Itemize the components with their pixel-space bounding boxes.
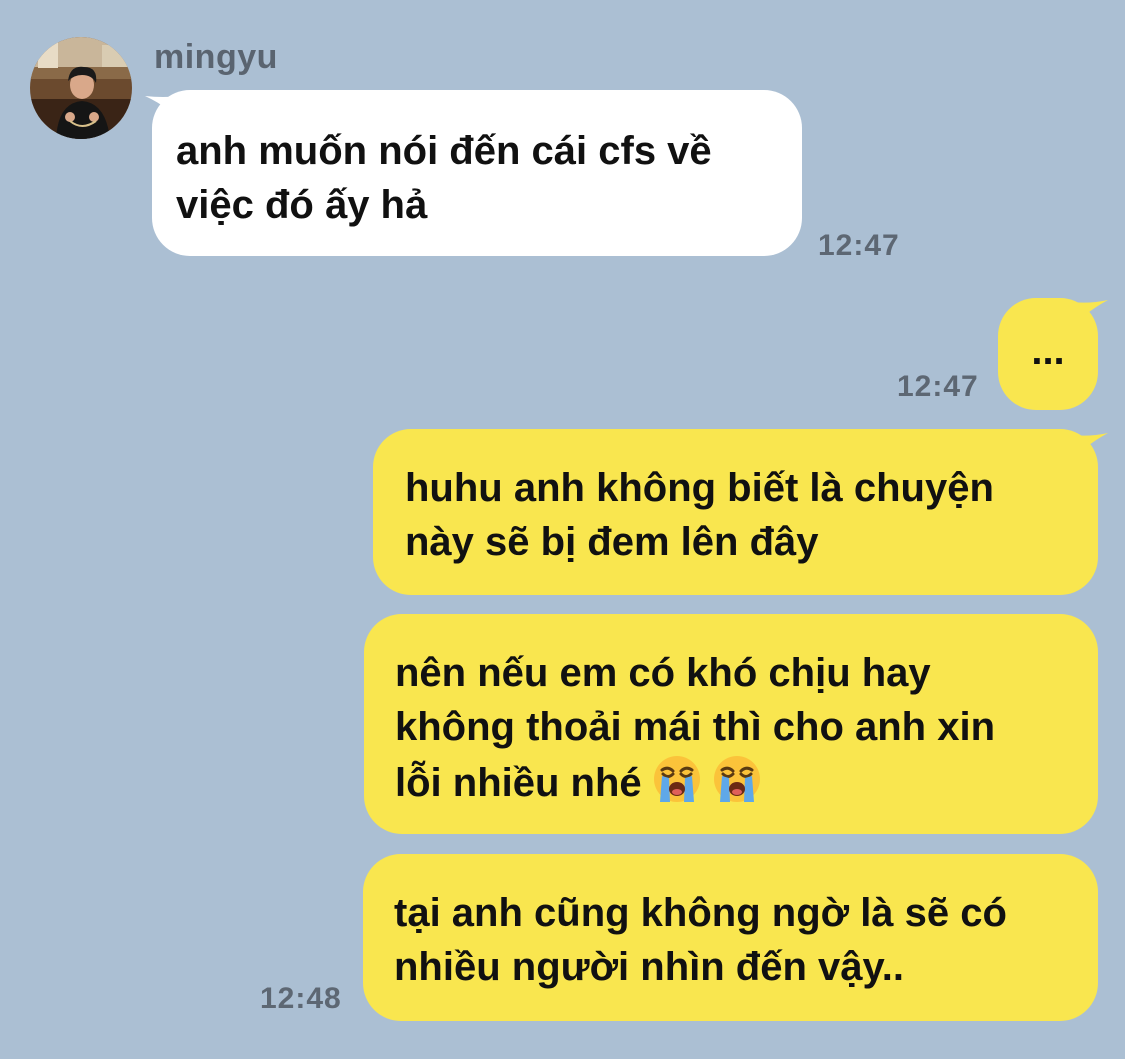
message-text: anh muốn nói đến cái cfs về việc đó ấy h… [176, 129, 712, 227]
message-bubble-outgoing[interactable]: ... [998, 298, 1098, 410]
loudly-crying-face-emoji [652, 754, 702, 804]
message-timestamp: 12:48 [260, 982, 342, 1015]
chat-view[interactable]: mingyu anh muốn nói đến cái cfs về việc … [0, 0, 1125, 1059]
avatar-photo-icon [30, 37, 132, 139]
message-bubble-outgoing[interactable]: tại anh cũng không ngờ là sẽ có nhiều ng… [363, 854, 1098, 1021]
message-text: huhu anh không biết là chuyện này sẽ bị … [405, 466, 994, 564]
message-text: ... [1031, 329, 1065, 373]
message-bubble-outgoing[interactable]: huhu anh không biết là chuyện này sẽ bị … [373, 429, 1098, 595]
message-timestamp: 12:47 [897, 370, 979, 403]
sender-name: mingyu [154, 38, 278, 76]
message-timestamp: 12:47 [818, 229, 900, 262]
contact-avatar[interactable] [30, 37, 132, 139]
message-bubble-outgoing[interactable]: nên nếu em có khó chịu hay không thoải m… [364, 614, 1098, 834]
loudly-crying-face-emoji [712, 754, 762, 804]
message-text: tại anh cũng không ngờ là sẽ có nhiều ng… [394, 891, 1007, 989]
message-bubble-incoming[interactable]: anh muốn nói đến cái cfs về việc đó ấy h… [152, 90, 802, 256]
